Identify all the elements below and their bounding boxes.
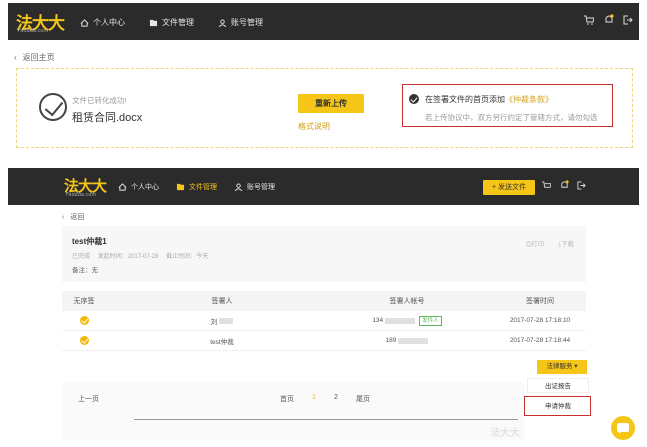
prev-page-button[interactable]: 上一页 [78, 394, 99, 404]
menu-item-certificate-report[interactable]: 出证报告 [527, 378, 589, 393]
signed-check-icon [79, 336, 89, 345]
sign-time: 2017-07-28 17:18:10 [509, 317, 571, 324]
document-remark: 备注：无 [72, 267, 98, 274]
document-meta: 已完成 发起时间：2017-07-28 截止时间：今天 [72, 251, 214, 260]
document-deadline: 截止时间：今天 [166, 254, 209, 260]
download-button[interactable]: ⤓下载 [558, 238, 574, 249]
nav-item-personal-center[interactable]: 个人中心 [80, 17, 125, 28]
signer-account: 134 [372, 317, 384, 324]
signer-account: 189 [385, 337, 397, 344]
arbitration-clause-option[interactable]: 在签署文件的首页添加《仲裁条款》 若上传协议中，双方另行约定了管辖方式，请勿勾选 [402, 84, 613, 127]
document-title: test仲裁1 [72, 237, 107, 246]
back-label: 返回主页 [22, 53, 55, 62]
user-icon [218, 18, 227, 27]
nav-item-personal-center[interactable]: 个人中心 [118, 182, 159, 192]
back-link[interactable]: ‹ 返回 [62, 212, 84, 222]
menu-item-apply-arbitration[interactable]: 申请仲裁 [527, 399, 589, 414]
chevron-left-icon: ‹ [14, 53, 17, 62]
logout-icon[interactable] [623, 15, 633, 28]
nav-item-label: 账号管理 [231, 18, 263, 27]
top-nav-bar: 法大大 Fadada.com 个人中心 文件管理 账号管理 [8, 3, 639, 40]
last-page-button[interactable]: 尾页 [356, 394, 370, 404]
column-header-order: 无序签 [73, 298, 95, 305]
brand-logo[interactable]: 法大大 Fadada.com [64, 175, 107, 198]
logo-subtext: Fadada.com [18, 28, 49, 34]
nav-item-label: 文件管理 [162, 18, 194, 27]
nav-item-label: 文件管理 [189, 184, 217, 191]
cart-icon[interactable] [542, 181, 552, 193]
checkbox-checked-icon[interactable] [409, 94, 419, 104]
arbitration-clause-link[interactable]: 《仲裁条款》 [505, 95, 553, 104]
download-label: 下载 [561, 241, 574, 248]
card-actions: ⎙打印 ⤓下载 [526, 238, 574, 249]
nav-item-label: 个人中心 [93, 18, 125, 27]
page-1-button[interactable]: 1 [312, 394, 316, 401]
folder-icon [176, 183, 185, 191]
nav-item-account-management[interactable]: 账号管理 [234, 182, 275, 192]
option-prefix: 在签署文件的首页添加 [425, 95, 505, 104]
user-icon [234, 183, 243, 191]
table-row: 刘 134 发件人 2017-07-28 17:18:10 [62, 311, 586, 331]
nav-item-label: 个人中心 [131, 184, 159, 191]
arbitration-option-note: 若上传协议中，双方另行约定了管辖方式，请勿勾选 [425, 113, 598, 122]
logout-icon[interactable] [577, 181, 586, 193]
chevron-left-icon: ‹ [62, 213, 65, 221]
back-to-home-link[interactable]: ‹ 返回主页 [14, 52, 55, 63]
redacted-block [219, 317, 234, 324]
file-name: 租赁合同.docx [72, 112, 143, 124]
brand-logo[interactable]: 法大大 Fadada.com [16, 9, 65, 34]
format-description-link[interactable]: 格式说明 [298, 121, 330, 132]
back-label: 返回 [70, 214, 85, 221]
first-page-button[interactable]: 首页 [280, 394, 294, 404]
logo-subtext: Fadada.com [66, 192, 97, 198]
legal-services-dropdown[interactable]: 法律服务 ▾ [537, 360, 587, 374]
print-button[interactable]: ⎙打印 [526, 238, 544, 249]
conversion-status: 文件已转化成功! [72, 96, 127, 105]
signed-check-icon [79, 316, 89, 325]
print-label: 打印 [531, 241, 545, 248]
success-check-icon [39, 93, 67, 121]
document-preview-pager: 上一页 首页 1 2 尾页 法大大 [62, 382, 524, 440]
top-nav-bar-2: 法大大 Fadada.com 个人中心 文件管理 账号管理 + 发送文件 [8, 168, 639, 205]
arbitration-option-label: 在签署文件的首页添加《仲裁条款》 [425, 94, 553, 105]
bell-icon[interactable] [604, 14, 614, 28]
redacted-block [398, 337, 429, 344]
nav-item-label: 账号管理 [247, 184, 275, 191]
signer-name: 刘 [210, 318, 218, 326]
document-page-edge [134, 419, 518, 420]
page-2-button[interactable]: 2 [334, 394, 338, 401]
home-icon [80, 18, 89, 27]
signers-table-header: 无序签 签署人 签署人帐号 签署时间 [62, 291, 586, 311]
folder-icon [149, 19, 158, 26]
bell-icon[interactable] [560, 180, 569, 193]
chat-icon[interactable] [611, 416, 635, 440]
column-header-time: 签署时间 [526, 298, 554, 305]
nav-item-account-management[interactable]: 账号管理 [218, 17, 263, 28]
cart-icon[interactable] [584, 15, 595, 28]
send-file-label: 发送文件 [498, 184, 527, 191]
table-row: test仲裁 189 2017-07-28 17:18:44 [62, 331, 586, 351]
plus-icon: + [491, 184, 497, 191]
column-header-account: 签署人帐号 [389, 298, 425, 305]
sender-badge: 发件人 [419, 315, 442, 326]
reupload-button[interactable]: 重新上传 [298, 94, 364, 113]
send-file-button[interactable]: + 发送文件 [483, 180, 535, 195]
document-start-time: 发起时间：2017-07-28 [97, 254, 159, 260]
document-detail-card: test仲裁1 已完成 发起时间：2017-07-28 截止时间：今天 备注：无… [62, 226, 586, 282]
document-status: 已完成 [72, 254, 91, 260]
nav-item-file-management[interactable]: 文件管理 [149, 17, 194, 28]
home-icon [118, 183, 127, 191]
column-header-signer: 签署人 [211, 298, 233, 305]
sign-time: 2017-07-28 17:18:44 [509, 337, 571, 344]
redacted-block [385, 317, 416, 324]
nav-item-file-management[interactable]: 文件管理 [176, 182, 217, 192]
signer-name: test仲裁 [210, 338, 234, 346]
watermark-logo: 法大大 [490, 428, 520, 439]
upload-result-card: 文件已转化成功! 租赁合同.docx 重新上传 格式说明 在签署文件的首页添加《… [16, 68, 633, 148]
